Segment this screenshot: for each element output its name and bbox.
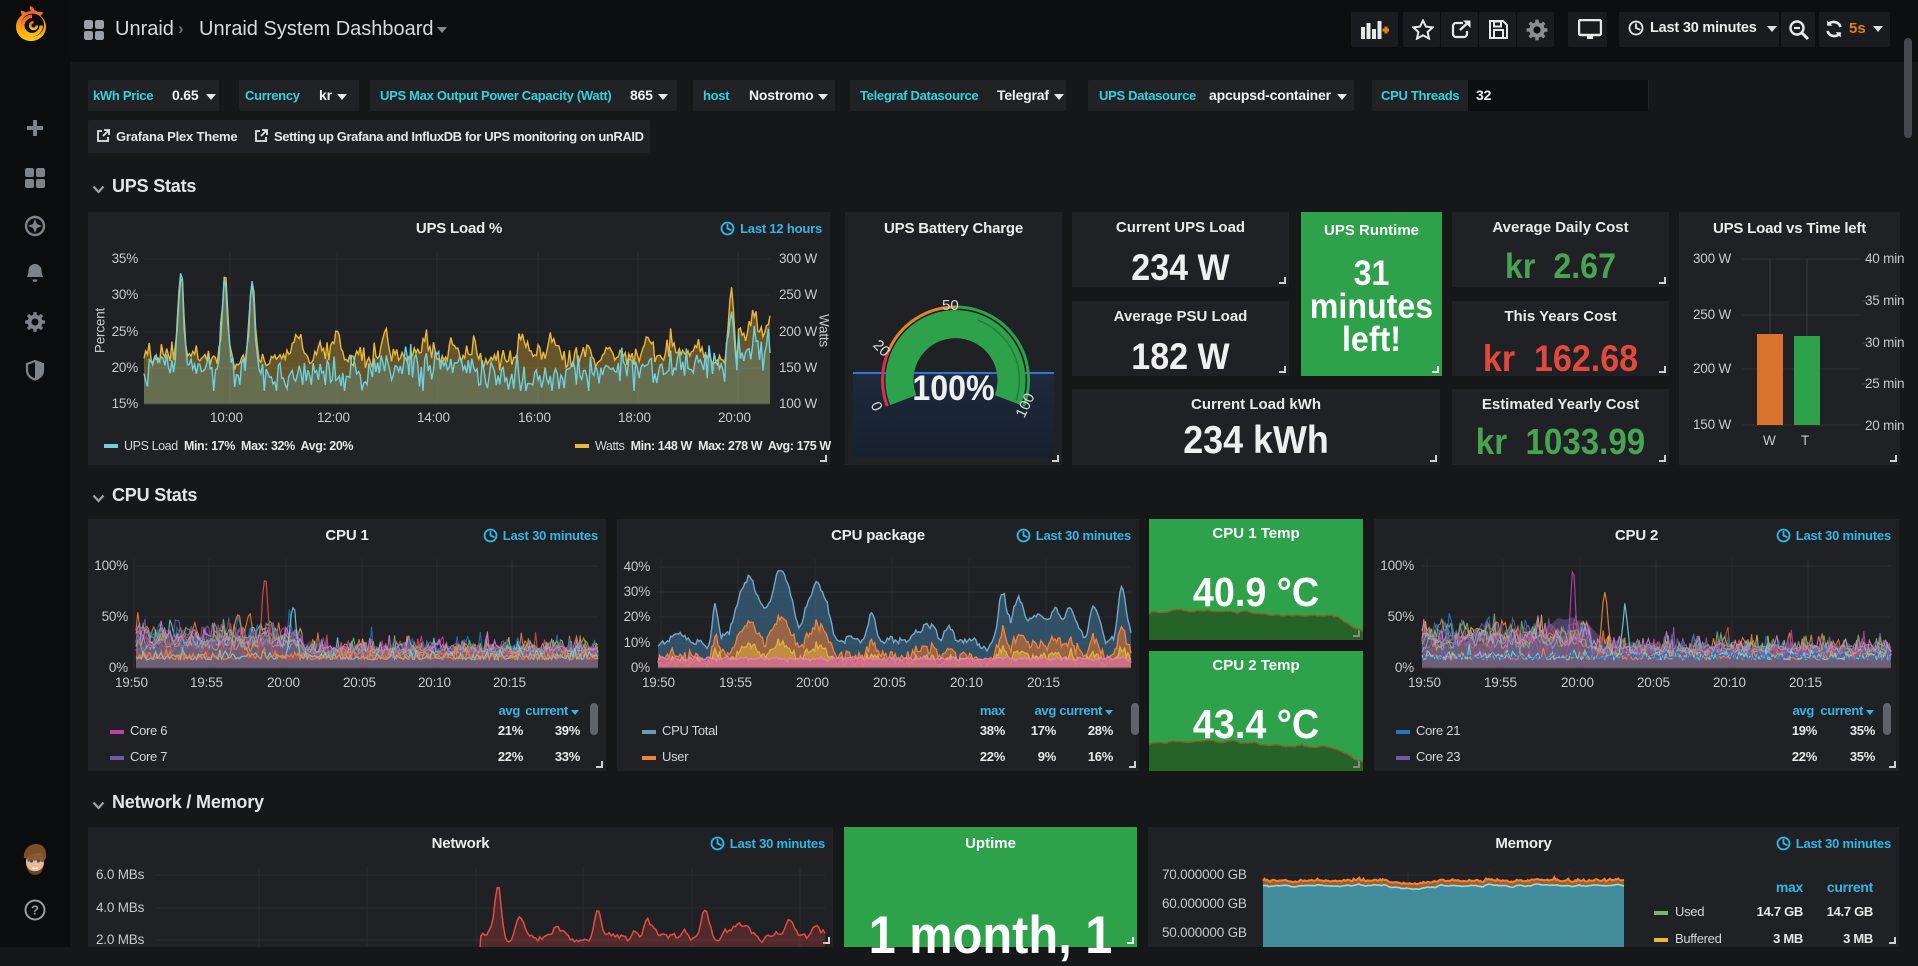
svg-text:?: ? bbox=[31, 903, 39, 918]
